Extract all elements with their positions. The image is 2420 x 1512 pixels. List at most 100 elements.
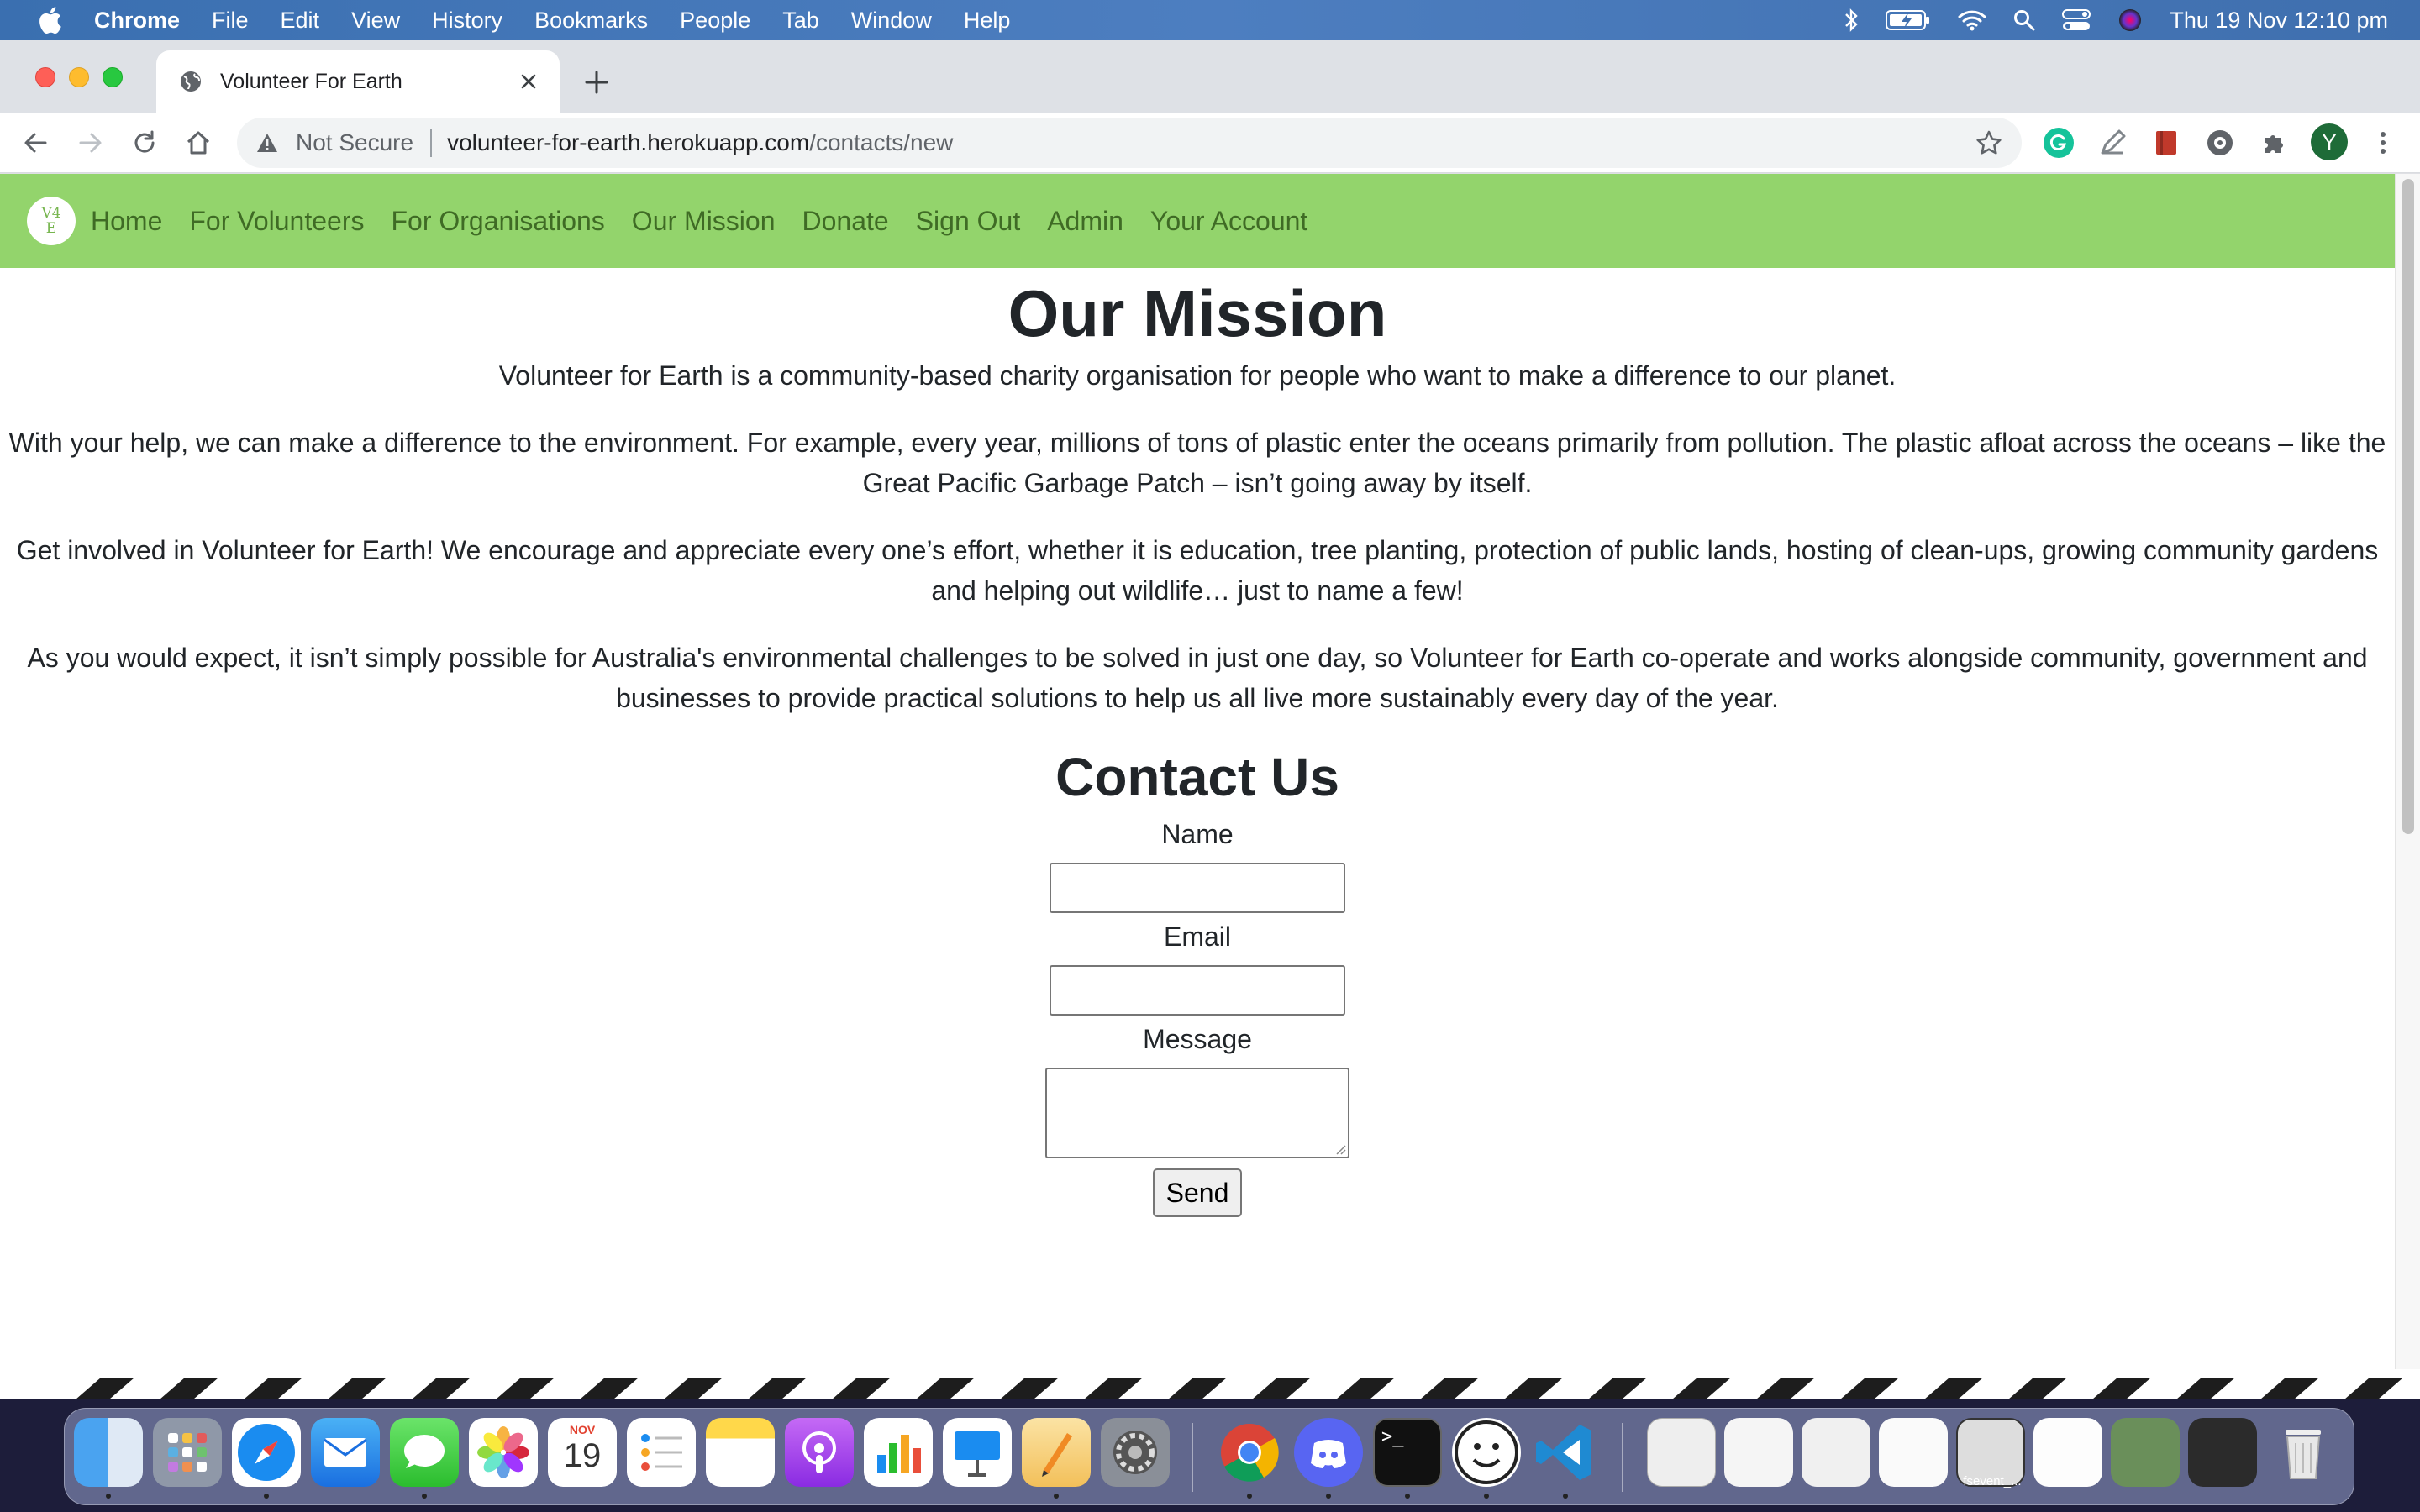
message-label: Message: [1143, 1024, 1252, 1054]
menu-help[interactable]: Help: [964, 8, 1011, 34]
address-bar[interactable]: Not Secure volunteer-for-earth.herokuapp…: [237, 118, 2022, 168]
bookmark-star-icon[interactable]: [1975, 129, 2003, 157]
scrollbar-thumb[interactable]: [2402, 179, 2414, 834]
nav-link-your-account[interactable]: Your Account: [1150, 206, 1307, 237]
pages-running-indicator: [1054, 1494, 1059, 1499]
nav-link-our-mission[interactable]: Our Mission: [632, 206, 776, 237]
email-field[interactable]: [1050, 965, 1345, 1016]
name-label: Name: [1161, 819, 1234, 849]
minimized-window-thumbnail[interactable]: [1879, 1418, 1948, 1487]
siri-icon[interactable]: [2118, 8, 2143, 33]
nav-link-sign-out[interactable]: Sign Out: [916, 206, 1021, 237]
system-preferences-icon[interactable]: [1101, 1418, 1170, 1487]
extensions-puzzle-icon[interactable]: [2259, 128, 2289, 158]
send-button[interactable]: Send: [1152, 1168, 1243, 1217]
podcasts-icon[interactable]: [785, 1418, 854, 1487]
profile-avatar[interactable]: Y: [2311, 123, 2348, 160]
finder-icon[interactable]: [74, 1418, 143, 1487]
tab-close-icon[interactable]: [516, 69, 541, 94]
notes-icon[interactable]: [706, 1418, 775, 1487]
vscode-icon[interactable]: [1531, 1418, 1600, 1487]
mail-icon[interactable]: [311, 1418, 380, 1487]
minimized-window-thumbnail[interactable]: [2188, 1418, 2257, 1487]
web-extension-icon[interactable]: [2205, 128, 2235, 158]
minimized-window-thumbnail[interactable]: [2033, 1418, 2102, 1487]
discord-icon[interactable]: [1294, 1418, 1363, 1487]
menu-app-name[interactable]: Chrome: [94, 8, 180, 34]
nav-link-donate[interactable]: Donate: [802, 206, 889, 237]
keynote-icon[interactable]: [943, 1418, 1012, 1487]
home-icon[interactable]: [183, 128, 213, 158]
menu-edit[interactable]: Edit: [281, 8, 320, 34]
back-arrow-icon[interactable]: [20, 128, 50, 158]
security-status-label[interactable]: Not Secure: [296, 129, 413, 156]
discord-running-indicator: [1326, 1494, 1331, 1499]
nav-link-admin[interactable]: Admin: [1047, 206, 1123, 237]
pen-extension-icon[interactable]: [2097, 128, 2128, 158]
book-extension-icon[interactable]: [2151, 128, 2181, 158]
smiley-app-icon[interactable]: [1452, 1418, 1521, 1487]
window-zoom-button[interactable]: [103, 67, 123, 87]
photos-icon[interactable]: [469, 1418, 538, 1487]
grammarly-extension-icon[interactable]: [2044, 128, 2074, 158]
resize-handle-icon[interactable]: [1334, 1143, 1346, 1155]
nav-link-for-organisations[interactable]: For Organisations: [391, 206, 604, 237]
browser-tab-active[interactable]: Volunteer For Earth: [156, 50, 560, 113]
calendar-day: 19: [563, 1437, 602, 1474]
site-logo[interactable]: V4 E: [27, 197, 76, 245]
messages-icon[interactable]: [390, 1418, 459, 1487]
window-minimize-button[interactable]: [69, 67, 89, 87]
minimized-window-thumbnail[interactable]: fsevent_...: [1956, 1418, 2025, 1488]
control-center-icon[interactable]: [2062, 9, 2091, 31]
apple-menu-icon[interactable]: [37, 6, 62, 34]
minimized-window-thumbnail[interactable]: [2111, 1418, 2180, 1487]
menu-tab[interactable]: Tab: [782, 8, 819, 34]
document-file-icon[interactable]: [1647, 1418, 1716, 1487]
chrome-icon[interactable]: [1215, 1418, 1284, 1487]
menu-view[interactable]: View: [351, 8, 400, 34]
not-secure-warning-icon[interactable]: [255, 131, 279, 155]
battery-icon[interactable]: [1886, 9, 1931, 31]
spotlight-search-icon[interactable]: [2013, 9, 2035, 31]
menu-bar-clock[interactable]: Thu 19 Nov 12:10 pm: [2170, 8, 2388, 34]
bluetooth-icon[interactable]: [1844, 8, 1859, 32]
minimized-window-thumbnail[interactable]: [1802, 1418, 1870, 1487]
reload-icon[interactable]: [129, 128, 160, 158]
main-content: Our Mission Volunteer for Earth is a com…: [0, 268, 2395, 1217]
page-scrollbar[interactable]: [2395, 174, 2420, 1397]
terminal-running-indicator: [1405, 1494, 1410, 1499]
mission-paragraph: Get involved in Volunteer for Earth! We …: [16, 535, 2379, 606]
nav-link-home[interactable]: Home: [91, 206, 162, 237]
trash-icon[interactable]: [2269, 1418, 2338, 1487]
macos-menu-bar: Chrome File Edit View History Bookmarks …: [0, 0, 2420, 40]
smiley-running-indicator: [1484, 1494, 1489, 1499]
wifi-icon[interactable]: [1958, 9, 1986, 31]
launchpad-icon[interactable]: [153, 1418, 222, 1487]
globe-icon: [181, 71, 201, 92]
new-tab-plus-icon[interactable]: [581, 67, 612, 97]
forward-arrow-icon[interactable]: [76, 128, 106, 158]
calendar-icon[interactable]: NOV 19: [548, 1418, 617, 1487]
nav-link-for-volunteers[interactable]: For Volunteers: [189, 206, 364, 237]
menu-bookmarks[interactable]: Bookmarks: [534, 8, 648, 34]
finder-running-indicator: [106, 1494, 111, 1499]
mission-paragraph: With your help, we can make a difference…: [8, 428, 2386, 498]
safari-icon[interactable]: [232, 1418, 301, 1487]
tab-title: Volunteer For Earth: [220, 69, 402, 93]
reminders-icon[interactable]: [627, 1418, 696, 1487]
dock-divider: [1192, 1423, 1193, 1492]
menu-people[interactable]: People: [680, 8, 750, 34]
chrome-menu-kebab-icon[interactable]: [2368, 128, 2398, 158]
terminal-icon[interactable]: >_: [1373, 1418, 1442, 1487]
minimized-window-thumbnail[interactable]: [1724, 1418, 1793, 1487]
message-textarea[interactable]: [1045, 1068, 1349, 1158]
name-field[interactable]: [1050, 863, 1345, 913]
menu-window[interactable]: Window: [851, 8, 932, 34]
mission-paragraph: Volunteer for Earth is a community-based…: [498, 360, 1897, 391]
window-close-button[interactable]: [35, 67, 55, 87]
url-host: volunteer-for-earth.herokuapp.com: [447, 129, 810, 155]
menu-file[interactable]: File: [212, 8, 249, 34]
numbers-icon[interactable]: [864, 1418, 933, 1487]
pages-icon[interactable]: [1022, 1418, 1091, 1487]
menu-history[interactable]: History: [432, 8, 502, 34]
